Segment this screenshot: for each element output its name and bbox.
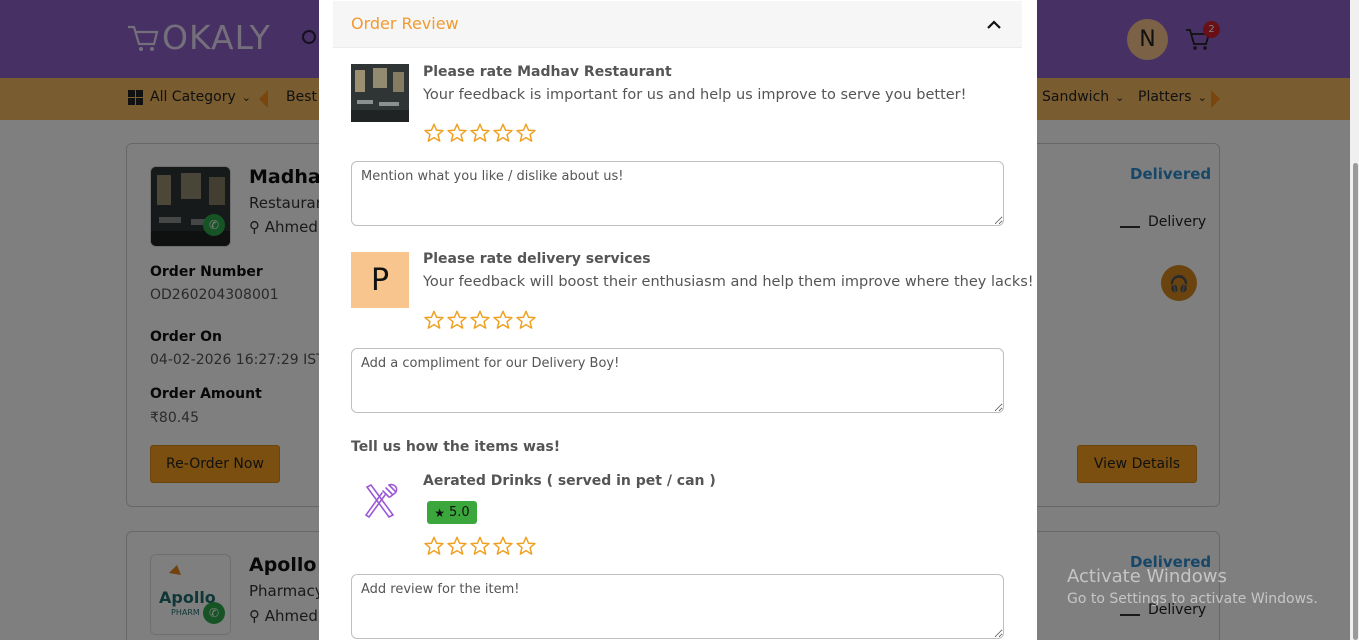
item-rating-badge: ★ 5.0: [427, 501, 477, 524]
scrollbar-thumb[interactable]: [1353, 163, 1358, 640]
star-outline-icon[interactable]: [423, 122, 446, 145]
delivery-star-rating: [423, 309, 538, 332]
item-star-rating: [423, 535, 538, 558]
delivery-person-avatar: P: [351, 252, 409, 308]
star-outline-icon[interactable]: [492, 535, 515, 558]
star-outline-icon[interactable]: [469, 535, 492, 558]
watermark-subtitle: Go to Settings to activate Windows.: [1067, 591, 1318, 607]
delivery-rating-title: Please rate delivery services: [423, 251, 651, 267]
star-filled-icon: ★: [434, 505, 446, 520]
restaurant-image: [351, 64, 409, 122]
restaurant-rating-title: Please rate Madhav Restaurant: [423, 64, 672, 80]
items-section-label: Tell us how the items was!: [351, 439, 561, 455]
star-outline-icon[interactable]: [515, 122, 538, 145]
delivery-compliment-input[interactable]: [351, 348, 1004, 413]
star-outline-icon[interactable]: [492, 309, 515, 332]
item-rating-value: 5.0: [449, 505, 470, 520]
star-outline-icon[interactable]: [446, 309, 469, 332]
order-review-modal: Order Review Please rate Madhav Restaura…: [319, 0, 1037, 640]
star-outline-icon[interactable]: [446, 122, 469, 145]
star-outline-icon[interactable]: [469, 309, 492, 332]
restaurant-star-rating: [423, 122, 538, 145]
star-outline-icon[interactable]: [515, 309, 538, 332]
windows-activation-watermark: Activate Windows Go to Settings to activ…: [1067, 566, 1318, 607]
delivery-rating-subtitle: Your feedback will boost their enthusias…: [423, 274, 1034, 290]
watermark-title: Activate Windows: [1067, 566, 1227, 587]
modal-title: Order Review: [351, 14, 459, 33]
restaurant-rating-subtitle: Your feedback is important for us and he…: [423, 87, 967, 103]
restaurant-feedback-input[interactable]: [351, 161, 1004, 226]
chevron-up-icon[interactable]: [984, 15, 1004, 35]
fork-knife-icon: [364, 483, 398, 519]
star-outline-icon[interactable]: [469, 122, 492, 145]
star-outline-icon[interactable]: [446, 535, 469, 558]
modal-header[interactable]: Order Review: [333, 1, 1022, 48]
star-outline-icon[interactable]: [423, 535, 446, 558]
star-outline-icon[interactable]: [515, 535, 538, 558]
item-name: Aerated Drinks ( served in pet / can ): [423, 473, 716, 489]
item-review-input[interactable]: [351, 574, 1004, 639]
star-outline-icon[interactable]: [423, 309, 446, 332]
star-outline-icon[interactable]: [492, 122, 515, 145]
